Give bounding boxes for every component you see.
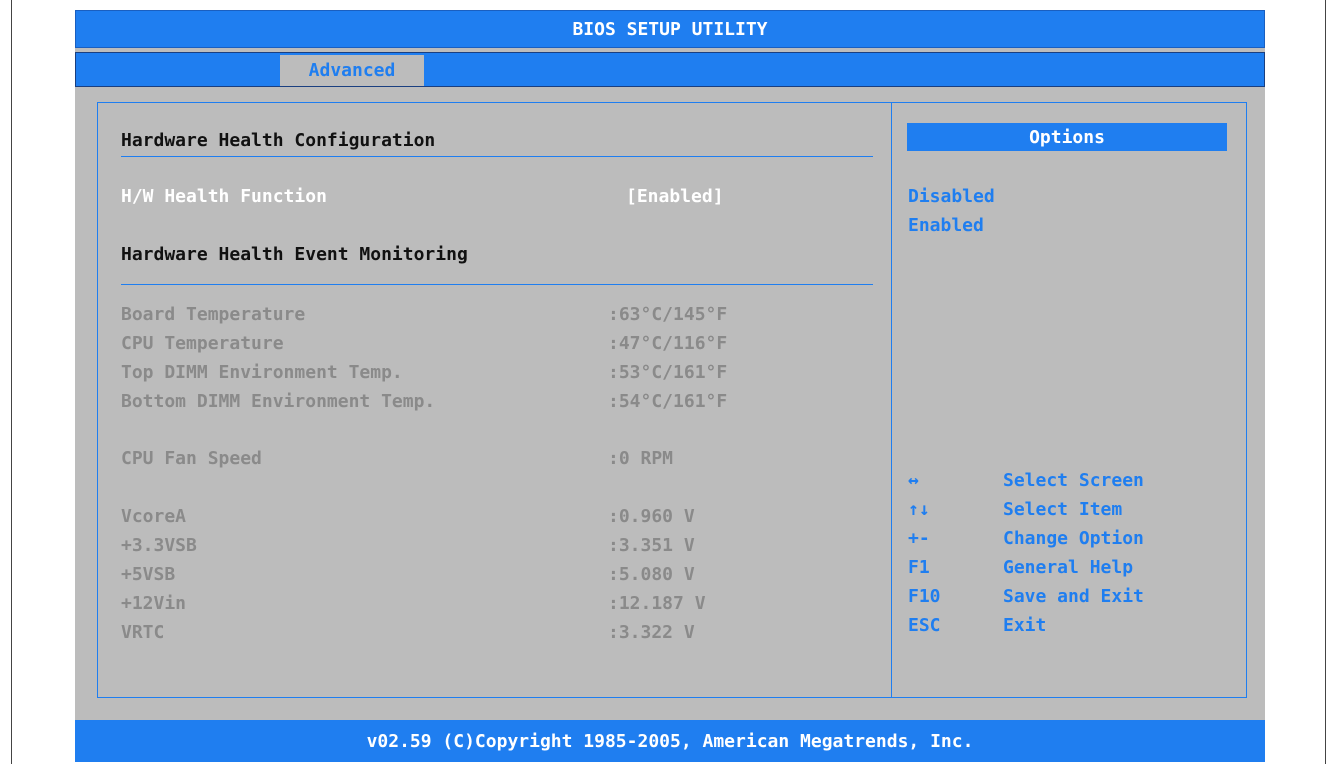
top-dimm-temp-label: Top DIMM Environment Temp. (121, 362, 403, 383)
v33sb-label: +3.3VSB (121, 535, 197, 556)
v12in-value: :12.187 V (608, 593, 706, 614)
bottom-dimm-temp-label: Bottom DIMM Environment Temp. (121, 391, 436, 412)
help-action-select-item: Select Item (1003, 499, 1123, 520)
monitoring-divider (121, 284, 873, 285)
cpu-fan-speed-label: CPU Fan Speed (121, 448, 262, 469)
title-text: BIOS SETUP UTILITY (572, 18, 768, 40)
v33sb-value: :3.351 V (608, 535, 695, 556)
tab-advanced-label: Advanced (308, 60, 396, 81)
help-key-change-option: +- (908, 528, 930, 549)
help-key-select-item: ↑↓ (908, 499, 930, 520)
panel-divider (891, 103, 892, 697)
help-action-select-screen: Select Screen (1003, 470, 1144, 491)
tab-advanced[interactable]: Advanced (280, 55, 424, 86)
help-action-general-help: General Help (1003, 557, 1134, 578)
help-action-exit: Exit (1003, 615, 1047, 636)
v12in-label: +12Vin (121, 593, 187, 614)
board-temp-value: :63°C/145°F (608, 304, 728, 325)
vcorea-value: :0.960 V (608, 506, 695, 527)
cpu-fan-speed-value: :0 RPM (608, 448, 674, 469)
cpu-temp-value: :47°C/116°F (608, 333, 728, 354)
cpu-temp-label: CPU Temperature (121, 333, 284, 354)
top-dimm-temp-value: :53°C/161°F (608, 362, 728, 383)
footer-bar: v02.59 (C)Copyright 1985-2005, American … (75, 720, 1265, 762)
copyright-text: v02.59 (C)Copyright 1985-2005, American … (366, 730, 974, 752)
help-action-save-exit: Save and Exit (1003, 586, 1144, 607)
section-title: Hardware Health Configuration (121, 130, 436, 151)
vcorea-label: VcoreA (121, 506, 187, 527)
v5sb-value: :5.080 V (608, 564, 695, 585)
vrtc-value: :3.322 V (608, 622, 695, 643)
section-divider (121, 156, 873, 157)
help-key-select-screen: ↔ (908, 470, 919, 491)
option-enabled[interactable]: Enabled (908, 215, 984, 237)
hw-health-function-value[interactable]: [Enabled] (626, 186, 724, 208)
main-panel: Hardware Health Configuration H/W Health… (97, 102, 1247, 698)
tab-bar: Advanced (75, 52, 1265, 87)
board-temp-label: Board Temperature (121, 304, 306, 325)
monitoring-title: Hardware Health Event Monitoring (121, 244, 468, 265)
bottom-dimm-temp-value: :54°C/161°F (608, 391, 728, 412)
help-key-general-help: F1 (908, 557, 930, 578)
title-bar: BIOS SETUP UTILITY (75, 10, 1265, 48)
option-disabled[interactable]: Disabled (908, 186, 995, 208)
options-title: Options (1029, 126, 1105, 148)
hw-health-function-label: H/W Health Function (121, 186, 327, 207)
options-header: Options (907, 123, 1227, 151)
help-key-exit: ESC (908, 615, 941, 636)
bios-screen: BIOS SETUP UTILITY Advanced Hardware Hea… (75, 10, 1265, 762)
help-action-change-option: Change Option (1003, 528, 1144, 549)
vrtc-label: VRTC (121, 622, 165, 643)
help-key-save-exit: F10 (908, 586, 941, 607)
v5sb-label: +5VSB (121, 564, 176, 585)
